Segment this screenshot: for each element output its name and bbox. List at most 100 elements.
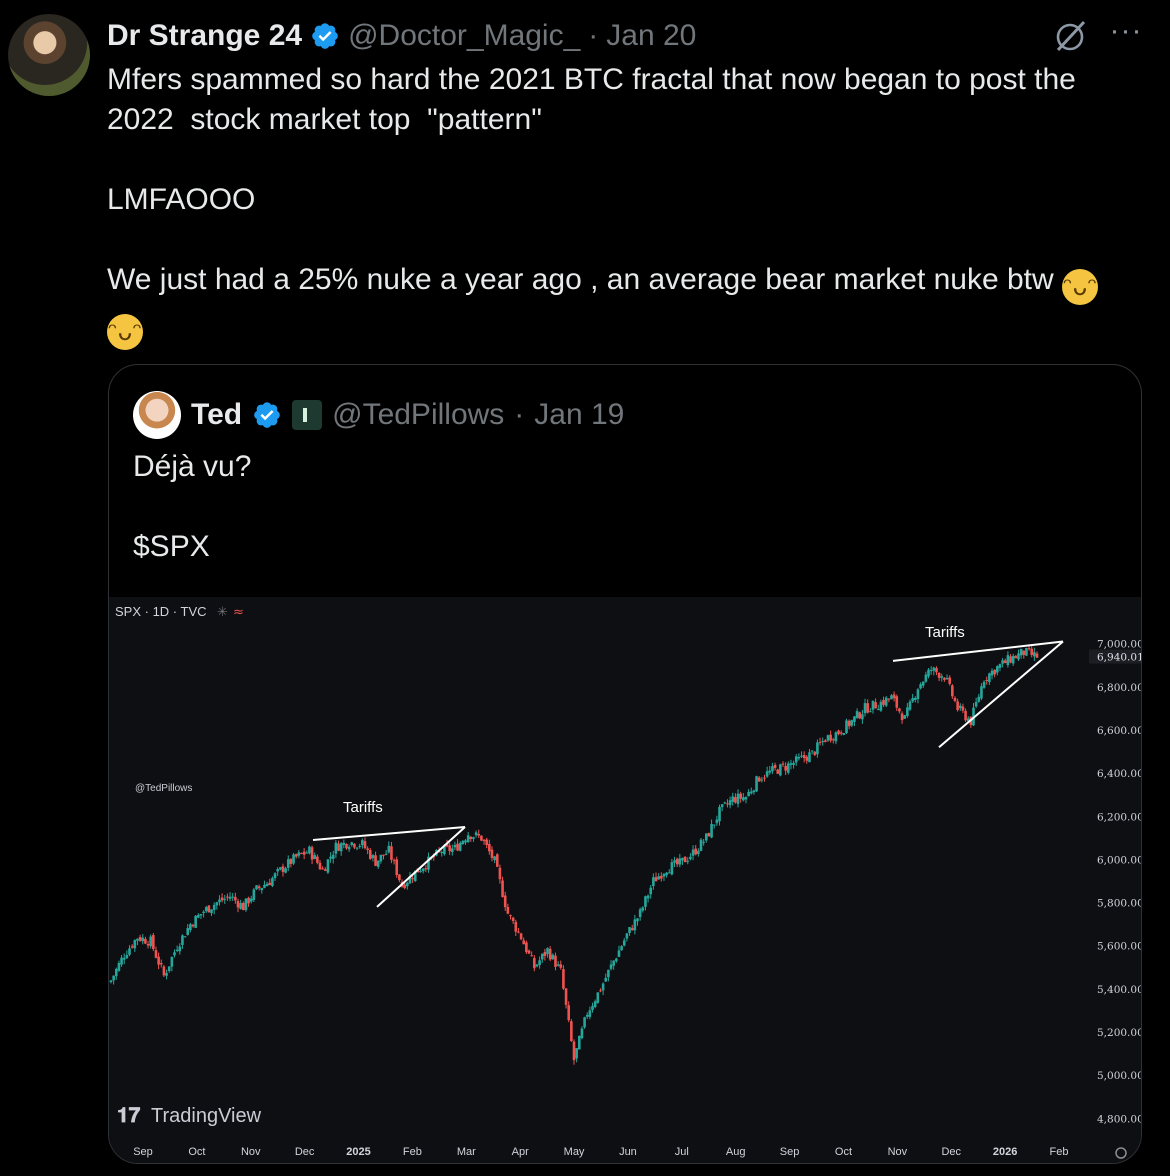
- candle-body: [913, 697, 917, 700]
- y-tick-label: 6,000.00: [1097, 854, 1141, 866]
- candle-body: [797, 756, 801, 759]
- candle-body: [723, 802, 727, 804]
- candle-body: [231, 896, 235, 898]
- candle-body: [757, 777, 761, 782]
- candle-body: [522, 940, 526, 945]
- candle-body: [125, 955, 129, 959]
- tweet-paragraph: LMFAOOO: [107, 183, 256, 216]
- candle-body: [146, 944, 150, 946]
- candle-body: [813, 751, 817, 755]
- candle-body: [630, 928, 634, 931]
- candle-body: [199, 914, 203, 916]
- candle-body: [739, 793, 742, 799]
- more-horizontal-icon[interactable]: ···: [1108, 16, 1144, 52]
- candle-body: [718, 806, 721, 822]
- candle-body: [943, 677, 946, 680]
- candle-body: [525, 942, 528, 953]
- y-tick-label: 5,200.00: [1097, 1027, 1141, 1039]
- candle-body: [636, 918, 639, 922]
- candle-body: [170, 956, 174, 967]
- candle-body: [765, 771, 769, 777]
- candle-body: [112, 975, 115, 981]
- candle-body: [953, 697, 957, 702]
- candle-body: [286, 859, 290, 868]
- quoted-tweet[interactable]: Ted @TedPillows · Jan 19 Déjà vu? $SPX S…: [108, 364, 1142, 1164]
- candle-body: [382, 854, 385, 856]
- candle-body: [546, 948, 549, 955]
- candle-body: [1027, 648, 1031, 650]
- candle-body: [234, 896, 237, 901]
- candle-body: [136, 938, 139, 941]
- tradingview-logo-icon: 𝟏𝟕: [117, 1104, 141, 1127]
- candle-body: [646, 895, 650, 899]
- tweet-date[interactable]: Jan 20: [606, 19, 696, 53]
- candle-body: [728, 800, 732, 806]
- author-name[interactable]: Dr Strange 24: [107, 19, 302, 53]
- candle-body: [638, 909, 642, 918]
- candle-body: [615, 958, 618, 962]
- quoted-author-name[interactable]: Ted: [191, 398, 242, 432]
- candle-body: [257, 886, 261, 889]
- candle-body: [292, 854, 295, 864]
- laughing-emoji-icon: ᵔᴗᵔ: [107, 314, 143, 350]
- candle-body: [226, 896, 229, 898]
- candle-body: [935, 668, 938, 673]
- x-tick-label: Feb: [1050, 1146, 1069, 1158]
- candle-body: [249, 898, 253, 902]
- candle-body: [932, 667, 936, 671]
- affiliate-badge-icon[interactable]: [292, 400, 323, 430]
- x-tick-label: Aug: [726, 1146, 746, 1158]
- spx-chart-image[interactable]: SPX · 1D · TVC ✳ ≈7,000.00 6,800.00 6,600.00…: [109, 597, 1141, 1163]
- grok-icon[interactable]: [1052, 18, 1088, 54]
- candle-body: [855, 711, 859, 718]
- candle-body: [527, 950, 531, 954]
- candle-body: [548, 948, 552, 960]
- x-tick-label: Apr: [512, 1146, 529, 1158]
- candle-body: [964, 710, 967, 721]
- candle-body: [511, 917, 515, 922]
- candle-body: [1006, 655, 1010, 666]
- candle-body: [834, 732, 838, 742]
- candle-body: [588, 1010, 592, 1017]
- candle-body: [440, 851, 444, 853]
- candle-body: [654, 877, 658, 882]
- x-tick-label: Nov: [888, 1146, 908, 1158]
- candle-body: [906, 707, 909, 716]
- quoted-author-handle[interactable]: @TedPillows: [332, 398, 504, 432]
- candle-body: [850, 720, 854, 726]
- candle-body: [128, 948, 131, 955]
- candle-body: [622, 940, 626, 946]
- candle-body: [691, 849, 695, 856]
- candle-body: [876, 709, 880, 711]
- candle-body: [948, 677, 951, 684]
- candle-body: [1025, 648, 1028, 656]
- candle-body: [990, 670, 994, 676]
- y-tick-label: 5,400.00: [1097, 984, 1141, 996]
- candle-body: [887, 698, 891, 700]
- candle-body: [165, 972, 168, 976]
- candle-body: [310, 847, 314, 860]
- author-handle[interactable]: @Doctor_Magic_: [348, 19, 580, 53]
- candle-body: [853, 716, 856, 722]
- candle-body: [604, 977, 608, 982]
- quoted-author-avatar[interactable]: [133, 391, 181, 439]
- candle-body: [993, 669, 996, 675]
- candle-body: [313, 855, 317, 860]
- author-avatar[interactable]: [8, 14, 90, 96]
- candle-body: [197, 915, 200, 918]
- candle-body: [847, 720, 851, 727]
- candle-body: [665, 872, 668, 876]
- candle-body: [1001, 660, 1004, 664]
- quoted-tweet-date[interactable]: Jan 19: [534, 398, 624, 432]
- y-tick-label: 6,400.00: [1097, 768, 1141, 780]
- candle-body: [980, 686, 983, 699]
- candle-body: [890, 695, 893, 700]
- quoted-tweet-text: Déjà vu? $SPX: [133, 447, 251, 567]
- x-tick-label: Dec: [941, 1146, 961, 1158]
- candle-body: [736, 793, 740, 804]
- candle-body: [919, 684, 922, 689]
- last-price-label: 6,940.01: [1097, 652, 1141, 664]
- candle-body: [686, 860, 690, 862]
- quoted-tweet-header: Ted @TedPillows · Jan 19: [191, 393, 624, 437]
- tweet-paragraph: Mfers spammed so hard the 2021 BTC fract…: [107, 63, 1085, 136]
